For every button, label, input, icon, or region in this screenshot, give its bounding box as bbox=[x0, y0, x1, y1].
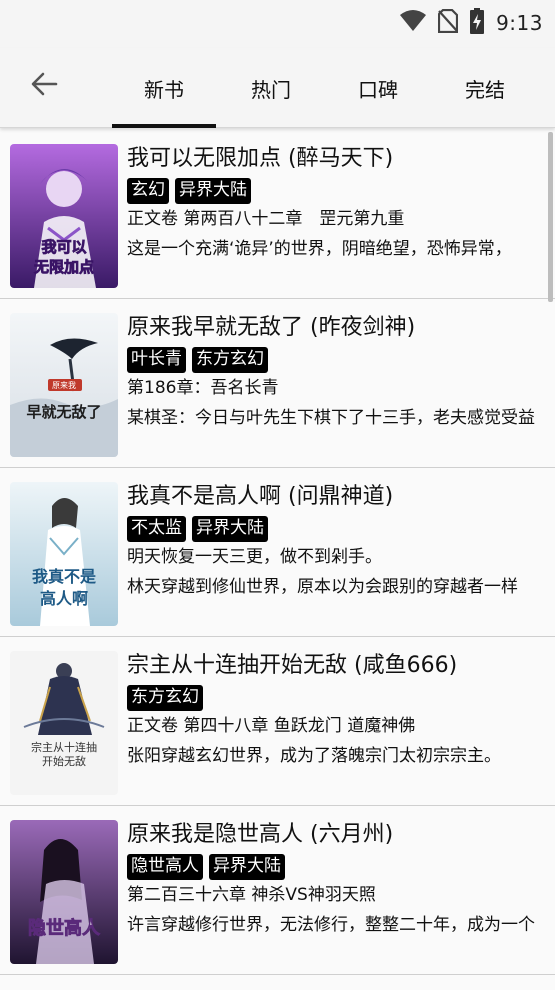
book-description: 许言穿越修行世界，无法修行，整整二十年，成为一个 bbox=[127, 915, 535, 935]
latest-chapter: 正文卷 第两百八十二章 罡元第九重 bbox=[127, 209, 405, 229]
status-icons: 9:13 bbox=[400, 8, 543, 38]
book-tag: 不太监 bbox=[127, 516, 186, 542]
latest-chapter: 明天恢复一天三更，做不到剁手。 bbox=[127, 547, 382, 567]
book-description: 某棋圣：今日与叶先生下棋下了十三手，老夫感觉受益 bbox=[127, 408, 535, 428]
book-title: 原来我是隐世高人 (六月州) bbox=[127, 822, 394, 847]
latest-chapter: 正文卷 第四十八章 鱼跃龙门 道魔神佛 bbox=[127, 716, 416, 736]
book-title: 我可以无限加点 (醉马天下) bbox=[127, 146, 394, 171]
book-list[interactable]: 我可以 无限加点 我可以无限加点 (醉马天下) 玄幻 异界大陆 正文卷 第两百八… bbox=[0, 130, 555, 990]
book-tag: 隐世高人 bbox=[127, 854, 203, 880]
book-item[interactable]: 我真不是 高人啊 我真不是高人啊 (问鼎神道) 不太监 异界大陆 明天恢复一天三… bbox=[0, 468, 555, 637]
book-cover: 宗主从十连抽 开始无敌 bbox=[10, 651, 118, 795]
svg-text:原来我: 原来我 bbox=[52, 380, 76, 390]
svg-text:无限加点: 无限加点 bbox=[33, 258, 94, 276]
book-cover: 我真不是 高人啊 bbox=[10, 482, 118, 626]
svg-text:开始无敌: 开始无敌 bbox=[42, 754, 86, 768]
book-tag: 异界大陆 bbox=[192, 516, 268, 542]
book-tag: 叶长青 bbox=[127, 347, 186, 373]
book-title: 我真不是高人啊 (问鼎神道) bbox=[127, 484, 394, 509]
tab-completed[interactable]: 完结 bbox=[433, 48, 537, 128]
latest-chapter: 第二百三十六章 神杀VS神羽天照 bbox=[127, 885, 376, 905]
svg-text:隐世高人: 隐世高人 bbox=[28, 917, 101, 939]
tag-list: 叶长青 东方玄幻 bbox=[127, 347, 547, 373]
tag-list: 不太监 异界大陆 bbox=[127, 516, 547, 542]
svg-text:高人啊: 高人啊 bbox=[40, 589, 88, 608]
book-tag: 东方玄幻 bbox=[127, 685, 203, 711]
battery-charging-icon bbox=[470, 8, 485, 38]
book-description: 林天穿越到修仙世界，原本以为会跟别的穿越者一样 bbox=[127, 577, 518, 597]
svg-text:我可以: 我可以 bbox=[41, 238, 86, 256]
book-title: 宗主从十连抽开始无敌 (咸鱼666) bbox=[127, 653, 458, 678]
book-item[interactable]: 我可以 无限加点 我可以无限加点 (醉马天下) 玄幻 异界大陆 正文卷 第两百八… bbox=[0, 130, 555, 299]
tag-list: 东方玄幻 bbox=[127, 685, 547, 711]
book-item[interactable]: 原来我 早就无敌了 原来我早就无敌了 (昨夜剑神) 叶长青 东方玄幻 第186章… bbox=[0, 299, 555, 468]
book-tag: 东方玄幻 bbox=[192, 347, 268, 373]
book-cover: 隐世高人 bbox=[10, 820, 118, 964]
back-button[interactable] bbox=[26, 68, 62, 104]
tag-list: 隐世高人 异界大陆 bbox=[127, 854, 547, 880]
tab-hot[interactable]: 热门 bbox=[219, 48, 323, 128]
status-bar: 9:13 bbox=[0, 0, 555, 48]
book-item[interactable]: 隐世高人 原来我是隐世高人 (六月州) 隐世高人 异界大陆 第二百三十六章 神杀… bbox=[0, 806, 555, 975]
tab-reputation[interactable]: 口碑 bbox=[326, 48, 430, 128]
app-bar: 新书 热门 口碑 完结 bbox=[0, 48, 555, 128]
book-cover: 原来我 早就无敌了 bbox=[10, 313, 118, 457]
scrollbar[interactable] bbox=[548, 132, 553, 302]
tab-new[interactable]: 新书 bbox=[112, 48, 216, 128]
tag-list: 玄幻 异界大陆 bbox=[127, 178, 547, 204]
no-sim-icon bbox=[437, 8, 459, 37]
wifi-icon bbox=[400, 10, 427, 36]
book-item[interactable]: 宗主从十连抽 开始无敌 宗主从十连抽开始无敌 (咸鱼666) 东方玄幻 正文卷 … bbox=[0, 637, 555, 806]
book-description: 这是一个充满‘诡异’的世界，阴暗绝望，恐怖异常， bbox=[127, 239, 512, 259]
svg-text:早就无敌了: 早就无敌了 bbox=[26, 403, 101, 421]
latest-chapter: 第186章：吾名长青 bbox=[127, 378, 279, 398]
svg-text:我真不是: 我真不是 bbox=[32, 567, 96, 586]
book-tag: 玄幻 bbox=[127, 178, 169, 204]
book-tag: 异界大陆 bbox=[175, 178, 251, 204]
book-tag: 异界大陆 bbox=[209, 854, 285, 880]
arrow-left-icon[interactable] bbox=[30, 72, 58, 100]
status-time: 9:13 bbox=[496, 11, 543, 35]
book-title: 原来我早就无敌了 (昨夜剑神) bbox=[127, 315, 416, 340]
book-cover: 我可以 无限加点 bbox=[10, 144, 118, 288]
book-description: 张阳穿越玄幻世界，成为了落魄宗门太初宗宗主。 bbox=[127, 746, 501, 766]
svg-text:宗主从十连抽: 宗主从十连抽 bbox=[31, 740, 97, 754]
